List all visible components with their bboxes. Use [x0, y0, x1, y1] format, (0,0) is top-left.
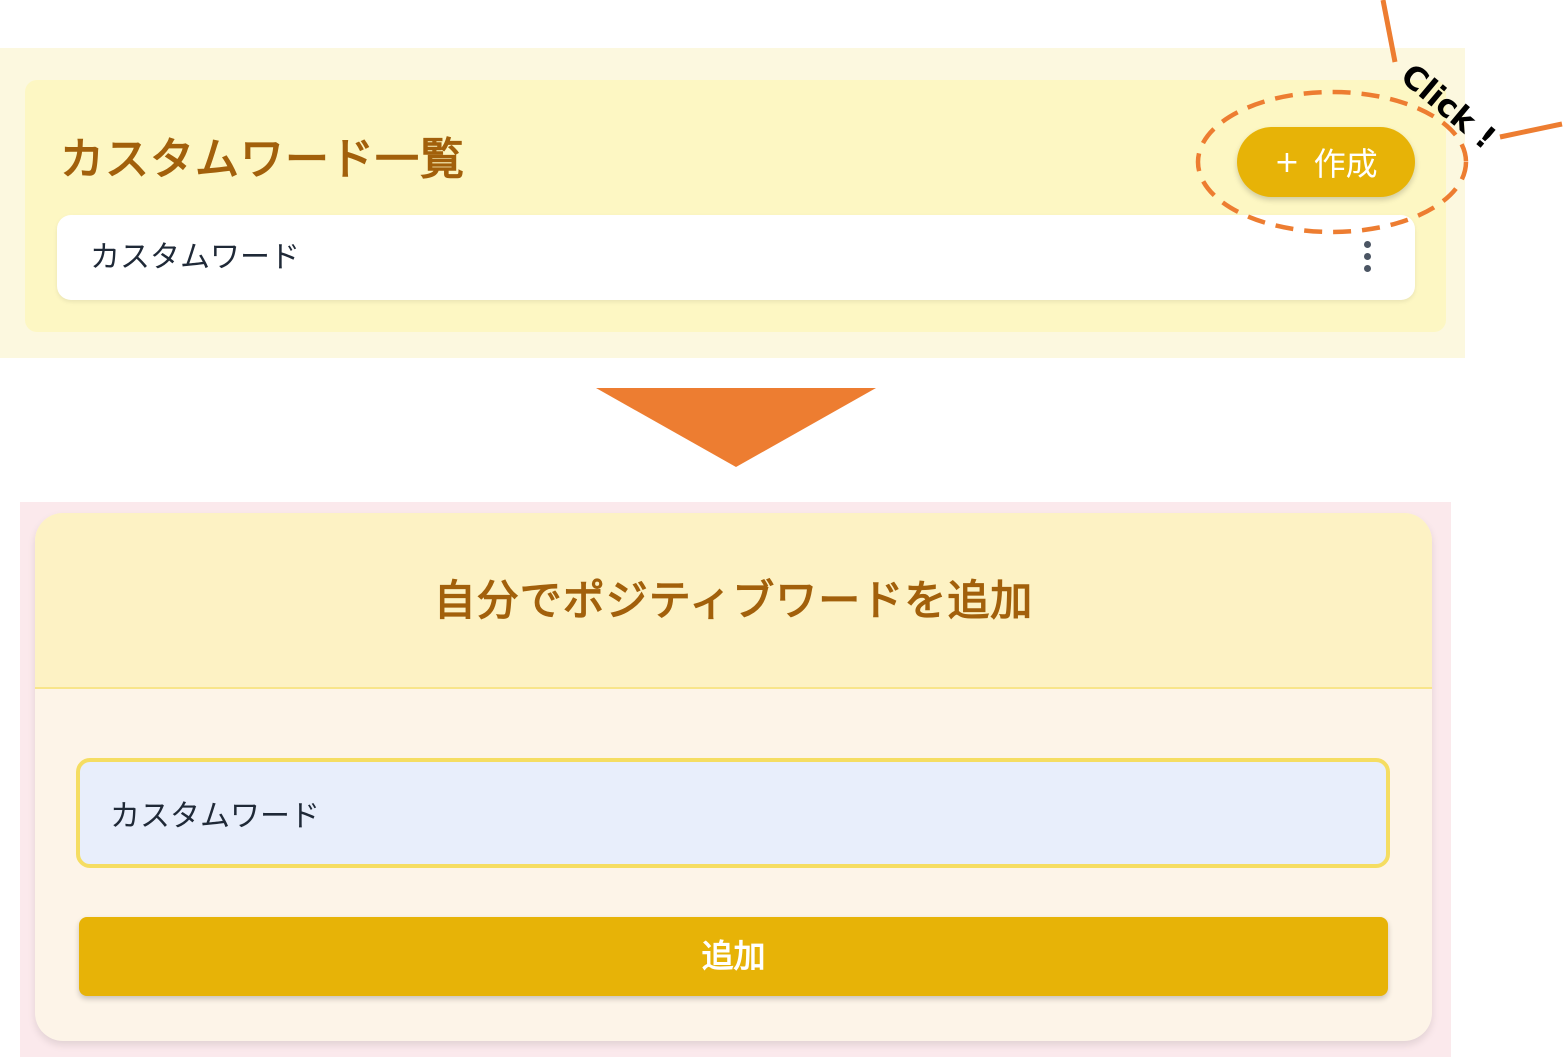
- dialog-header: 自分でポジティブワードを追加: [35, 513, 1432, 689]
- down-arrow-icon: [596, 388, 876, 467]
- add-button[interactable]: 追加: [79, 917, 1388, 996]
- dialog-title: 自分でポジティブワードを追加: [433, 576, 1034, 625]
- custom-word-input[interactable]: [76, 758, 1390, 868]
- add-word-dialog: 自分でポジティブワードを追加 追加: [35, 513, 1432, 1041]
- more-vertical-icon[interactable]: [1361, 241, 1373, 277]
- page-title: カスタムワード一覧: [60, 134, 465, 185]
- list-item-label: カスタムワード: [90, 240, 300, 275]
- create-button[interactable]: + 作成: [1237, 127, 1415, 197]
- list-item[interactable]: カスタムワード: [57, 215, 1415, 300]
- screenshot-stage: カスタムワード一覧 + 作成 カスタムワード Click ! 自分でポジティブワ…: [0, 0, 1565, 1057]
- create-button-label: 作成: [1313, 145, 1378, 183]
- plus-icon: +: [1274, 144, 1300, 180]
- burst-line-right: [1499, 121, 1563, 140]
